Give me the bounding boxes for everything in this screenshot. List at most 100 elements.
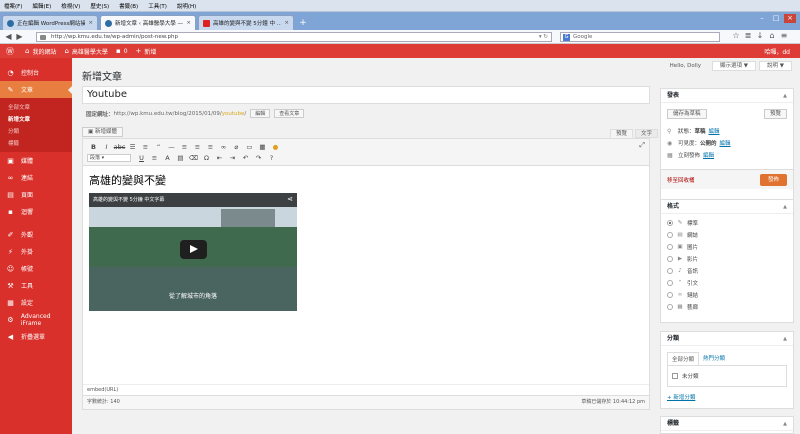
submenu-all-posts[interactable]: 全部文章 xyxy=(0,101,72,113)
search-engine-icon[interactable]: G xyxy=(563,34,570,41)
tags-box-header[interactable]: 標籤 ▲ xyxy=(661,417,793,431)
publish-box-header[interactable]: 發表 ▲ xyxy=(661,89,793,103)
radio[interactable] xyxy=(667,280,673,286)
sidebar-item-advanced-iframe[interactable]: ⚙ Advanced iFrame xyxy=(0,311,72,328)
tab-visual[interactable]: 預覽 xyxy=(610,129,634,138)
back-icon[interactable]: ◀ xyxy=(3,32,14,42)
strikethrough-icon[interactable]: abc xyxy=(113,143,126,151)
toolbar-toggle-icon[interactable]: ▦ xyxy=(256,143,269,151)
redo-icon[interactable]: ↷ xyxy=(252,154,265,162)
format-box-header[interactable]: 格式 ▲ xyxy=(661,200,793,214)
indent-icon[interactable]: ⇥ xyxy=(226,154,239,162)
format-option-link[interactable]: ∞ 鏈結 xyxy=(661,289,793,301)
new-tab-button[interactable]: + xyxy=(296,15,310,30)
browser-tab-1[interactable]: 正在編輯 WordPress網站操作 (一...× xyxy=(2,15,98,30)
wordpress-logo-icon[interactable]: Ⓦ xyxy=(3,44,17,58)
sidebar-item-comments[interactable]: ▪ 迴響 xyxy=(0,203,72,220)
help-icon[interactable]: ? xyxy=(265,154,278,162)
category-box-header[interactable]: 分類 ▲ xyxy=(661,332,793,346)
permalink-slug[interactable]: youtube xyxy=(222,111,245,117)
format-option-standard[interactable]: ✎ 標準 xyxy=(661,217,793,229)
preview-button[interactable]: 預覽 xyxy=(763,109,787,119)
justify-icon[interactable]: ≡ xyxy=(148,154,161,162)
menu-history[interactable]: 歷史(S) xyxy=(90,2,109,10)
bookmark-star-icon[interactable]: ☆ xyxy=(730,31,742,40)
bold-icon[interactable]: B xyxy=(87,143,100,151)
browser-tab-2[interactable]: 新增文章 ‹ 高雄醫學大學 — 新...× xyxy=(100,15,196,30)
radio[interactable] xyxy=(667,304,673,310)
radio[interactable] xyxy=(667,268,673,274)
submenu-tags[interactable]: 標籤 xyxy=(0,137,72,149)
editor-content[interactable]: 高雄的變與不變 高雄的變與不變 5分鐘 中文字幕 ⋖ 從了解城市的角落 xyxy=(83,166,649,317)
browser-tab-3[interactable]: 高雄的變與不變 5分鐘 中 ... × xyxy=(198,15,294,30)
undo-icon[interactable]: ↶ xyxy=(239,154,252,162)
format-option-aside[interactable]: ▤ 網誌 xyxy=(661,229,793,241)
my-sites-link[interactable]: ⌂ 我的網站 xyxy=(25,47,56,56)
reload-icon[interactable]: ▾ ↻ xyxy=(539,33,548,42)
format-option-image[interactable]: ▣ 圖片 xyxy=(661,241,793,253)
bullet-list-icon[interactable]: ☰ xyxy=(126,143,139,151)
share-icon[interactable]: ⋖ xyxy=(287,195,293,203)
sidebar-item-posts[interactable]: ✎ 文章 xyxy=(0,81,72,98)
search-input[interactable]: G Google xyxy=(560,32,720,42)
add-media-button[interactable]: ▣ 新增媒體 xyxy=(82,127,123,137)
radio[interactable] xyxy=(667,244,673,250)
close-tab-icon[interactable]: × xyxy=(186,20,191,26)
sidebar-collapse-menu[interactable]: ◀ 折疊選單 xyxy=(0,328,72,345)
add-category-link[interactable]: + 新增分類 xyxy=(661,387,793,407)
plugin-button-icon[interactable]: ● xyxy=(269,143,282,151)
sidebar-item-plugins[interactable]: ⚡ 外掛 xyxy=(0,243,72,260)
underline-icon[interactable]: U xyxy=(135,154,148,162)
sidebar-item-dashboard[interactable]: ◔ 控制台 xyxy=(0,64,72,81)
sidebar-item-settings[interactable]: ▦ 設定 xyxy=(0,294,72,311)
fullscreen-icon[interactable]: ⤢ xyxy=(639,141,645,150)
address-bar[interactable]: http://wp.kmu.edu.tw/wp-admin/post-new.p… xyxy=(36,32,552,42)
menu-view[interactable]: 檢視(V) xyxy=(61,2,80,10)
category-checkbox[interactable] xyxy=(672,373,678,379)
account-menu[interactable]: 哈囉，dd xyxy=(764,47,790,56)
align-right-icon[interactable]: ≡ xyxy=(204,143,217,151)
maximize-icon[interactable]: □ xyxy=(770,14,782,23)
download-icon[interactable]: ↓ xyxy=(754,31,766,40)
edit-permalink-button[interactable]: 編輯 xyxy=(250,109,271,118)
toggle-icon[interactable]: ▲ xyxy=(783,89,787,103)
align-center-icon[interactable]: ≡ xyxy=(191,143,204,151)
menu-edit[interactable]: 編輯(E) xyxy=(32,2,51,10)
edit-schedule-link[interactable]: 編輯 xyxy=(703,151,714,159)
close-tab-icon[interactable]: × xyxy=(88,20,93,26)
horizontal-line-icon[interactable]: — xyxy=(165,143,178,151)
sidebar-item-links[interactable]: ∞ 連結 xyxy=(0,169,72,186)
comments-link[interactable]: ▪ 0 xyxy=(116,47,128,55)
move-to-trash-link[interactable]: 移至回收桶 xyxy=(667,176,695,184)
tab-all-categories[interactable]: 全部分類 xyxy=(667,352,700,365)
forward-icon[interactable]: ▶ xyxy=(14,32,25,42)
tab-popular-categories[interactable]: 熱門分類 xyxy=(699,352,729,365)
submenu-new-post[interactable]: 新增文章 xyxy=(0,113,72,125)
permalink-url[interactable]: http://wp.kmu.edu.tw/blog/2015/01/09/ xyxy=(114,111,222,117)
format-select[interactable]: 段落 ▾ xyxy=(87,153,131,162)
toggle-icon[interactable]: ▲ xyxy=(783,200,787,214)
special-character-icon[interactable]: Ω xyxy=(200,154,213,162)
tab-text[interactable]: 文字 xyxy=(635,129,659,138)
menu-help[interactable]: 說明(H) xyxy=(177,2,196,10)
publish-button[interactable]: 發佈 xyxy=(759,174,787,186)
sidebar-item-media[interactable]: ▣ 媒體 xyxy=(0,152,72,169)
menu-icon[interactable]: ≡ xyxy=(778,31,790,40)
post-title-input[interactable]: Youtube xyxy=(82,86,650,104)
insert-link-icon[interactable]: ∞ xyxy=(217,143,230,151)
sidebar-item-pages[interactable]: ▤ 頁面 xyxy=(0,186,72,203)
edit-status-link[interactable]: 編輯 xyxy=(709,127,720,135)
close-window-icon[interactable]: × xyxy=(784,14,796,23)
submenu-categories[interactable]: 分類 xyxy=(0,125,72,137)
numbered-list-icon[interactable]: ≡ xyxy=(139,143,152,151)
edit-visibility-link[interactable]: 編輯 xyxy=(720,139,731,147)
outdent-icon[interactable]: ⇤ xyxy=(213,154,226,162)
italic-icon[interactable]: I xyxy=(100,143,113,151)
radio[interactable] xyxy=(667,232,673,238)
toggle-icon[interactable]: ▲ xyxy=(783,332,787,346)
align-left-icon[interactable]: ≡ xyxy=(178,143,191,151)
paste-text-icon[interactable]: ▤ xyxy=(174,154,187,162)
radio[interactable] xyxy=(667,292,673,298)
close-tab-icon[interactable]: × xyxy=(284,20,289,26)
radio-selected[interactable] xyxy=(667,220,673,226)
